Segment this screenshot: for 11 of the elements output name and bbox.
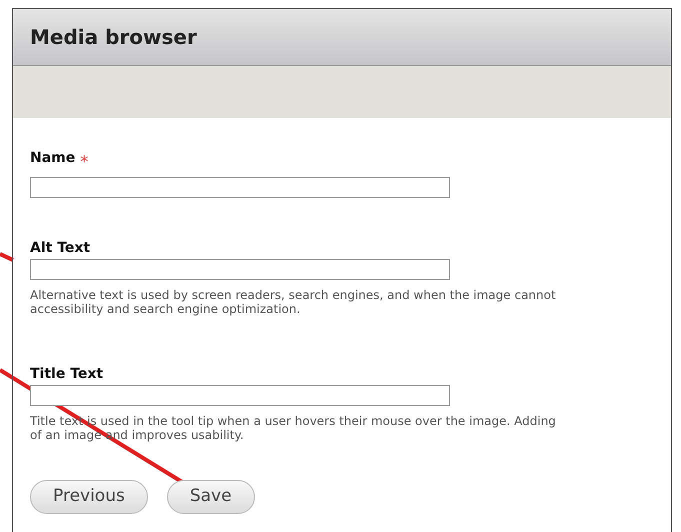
field-description: Alternative text is used by screen readers, search engines, and when the image cannot accessibility and search engine optimization. (30, 288, 557, 316)
leader-line (0, 252, 14, 262)
dialog-title: Media browser (30, 24, 197, 51)
field-label: Name (30, 150, 76, 168)
field-label: Alt Text (30, 240, 90, 256)
text-field[interactable] (30, 177, 450, 198)
text-field[interactable] (30, 259, 450, 280)
previous-button[interactable]: Previous (30, 480, 148, 514)
field-label: Title Text (30, 366, 104, 382)
save-button[interactable]: Save (166, 480, 255, 514)
text-field[interactable] (30, 385, 450, 406)
